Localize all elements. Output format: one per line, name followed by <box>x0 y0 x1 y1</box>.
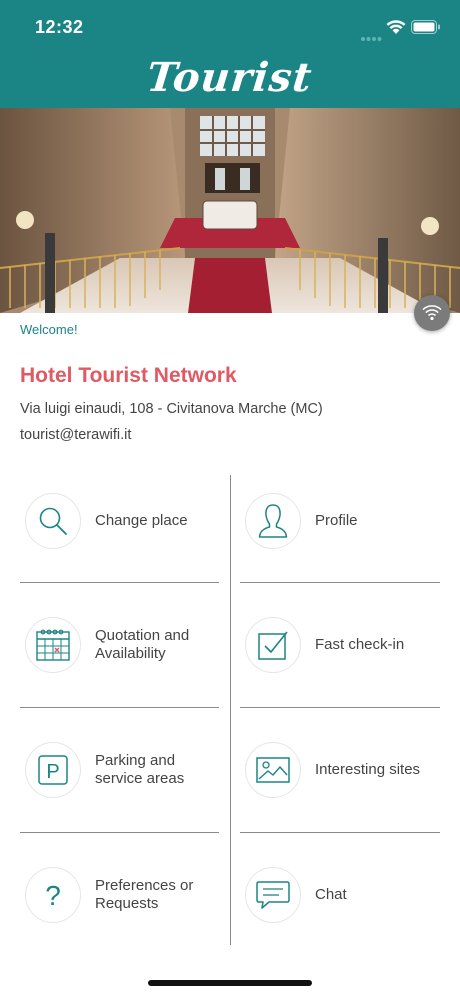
menu-item-parking[interactable]: P Parking and service areas <box>20 725 230 815</box>
menu-label: Fast check-in <box>315 636 405 653</box>
grid-divider <box>240 832 440 833</box>
grid-divider <box>240 707 440 708</box>
hotel-address: Via luigi einaudi, 108 - Civitanova Marc… <box>20 401 323 417</box>
menu-item-preferences-requests[interactable]: ? Preferences or Requests <box>20 850 230 940</box>
parking-icon: P <box>25 742 81 798</box>
menu-item-change-place[interactable]: Change place <box>20 476 230 566</box>
menu-label: Profile <box>315 512 358 529</box>
menu-label: Change place <box>95 512 188 529</box>
menu-item-quotation-availability[interactable]: Quotation and Availability <box>20 600 230 690</box>
battery-icon <box>411 20 441 39</box>
grid-divider <box>240 582 440 583</box>
hotel-email[interactable]: tourist@terawifi.it <box>20 427 131 443</box>
grid-vertical-divider <box>230 475 231 945</box>
calendar-icon <box>25 617 81 673</box>
question-icon: ? <box>25 867 81 923</box>
signal-icon <box>360 29 382 47</box>
grid-divider <box>20 707 219 708</box>
menu-item-profile[interactable]: Profile <box>240 476 450 566</box>
grid-divider <box>20 832 219 833</box>
grid-divider <box>20 582 219 583</box>
menu-label: Preferences or Requests <box>95 877 194 912</box>
search-icon <box>25 493 81 549</box>
wifi-icon <box>422 305 442 321</box>
wifi-button[interactable] <box>414 295 450 331</box>
user-icon <box>245 493 301 549</box>
menu-label: Chat <box>315 886 347 903</box>
app-title: Tourist <box>144 54 316 101</box>
checkbox-icon <box>245 617 301 673</box>
wifi-status-icon <box>386 19 406 40</box>
welcome-text: Welcome! <box>20 322 78 337</box>
image-icon <box>245 742 301 798</box>
svg-text:?: ? <box>45 880 61 911</box>
menu-label: Interesting sites <box>315 761 421 778</box>
menu-item-interesting-sites[interactable]: Interesting sites <box>240 725 450 815</box>
chat-icon <box>245 867 301 923</box>
hotel-name: Hotel Tourist Network <box>20 364 237 387</box>
menu-label: Parking and service areas <box>95 752 185 787</box>
menu-grid: Change place Profile Quotation and Avail… <box>0 475 460 945</box>
home-indicator[interactable] <box>148 980 312 986</box>
menu-item-fast-check-in[interactable]: Fast check-in <box>240 600 450 690</box>
menu-label: Quotation and Availability <box>95 627 190 662</box>
app-header: Tourist <box>0 52 460 108</box>
hotel-hero-image <box>0 108 460 313</box>
status-time: 12:32 <box>35 17 84 37</box>
menu-item-chat[interactable]: Chat <box>240 850 450 940</box>
status-bar: 12:32 <box>0 0 460 52</box>
svg-text:P: P <box>46 761 59 783</box>
